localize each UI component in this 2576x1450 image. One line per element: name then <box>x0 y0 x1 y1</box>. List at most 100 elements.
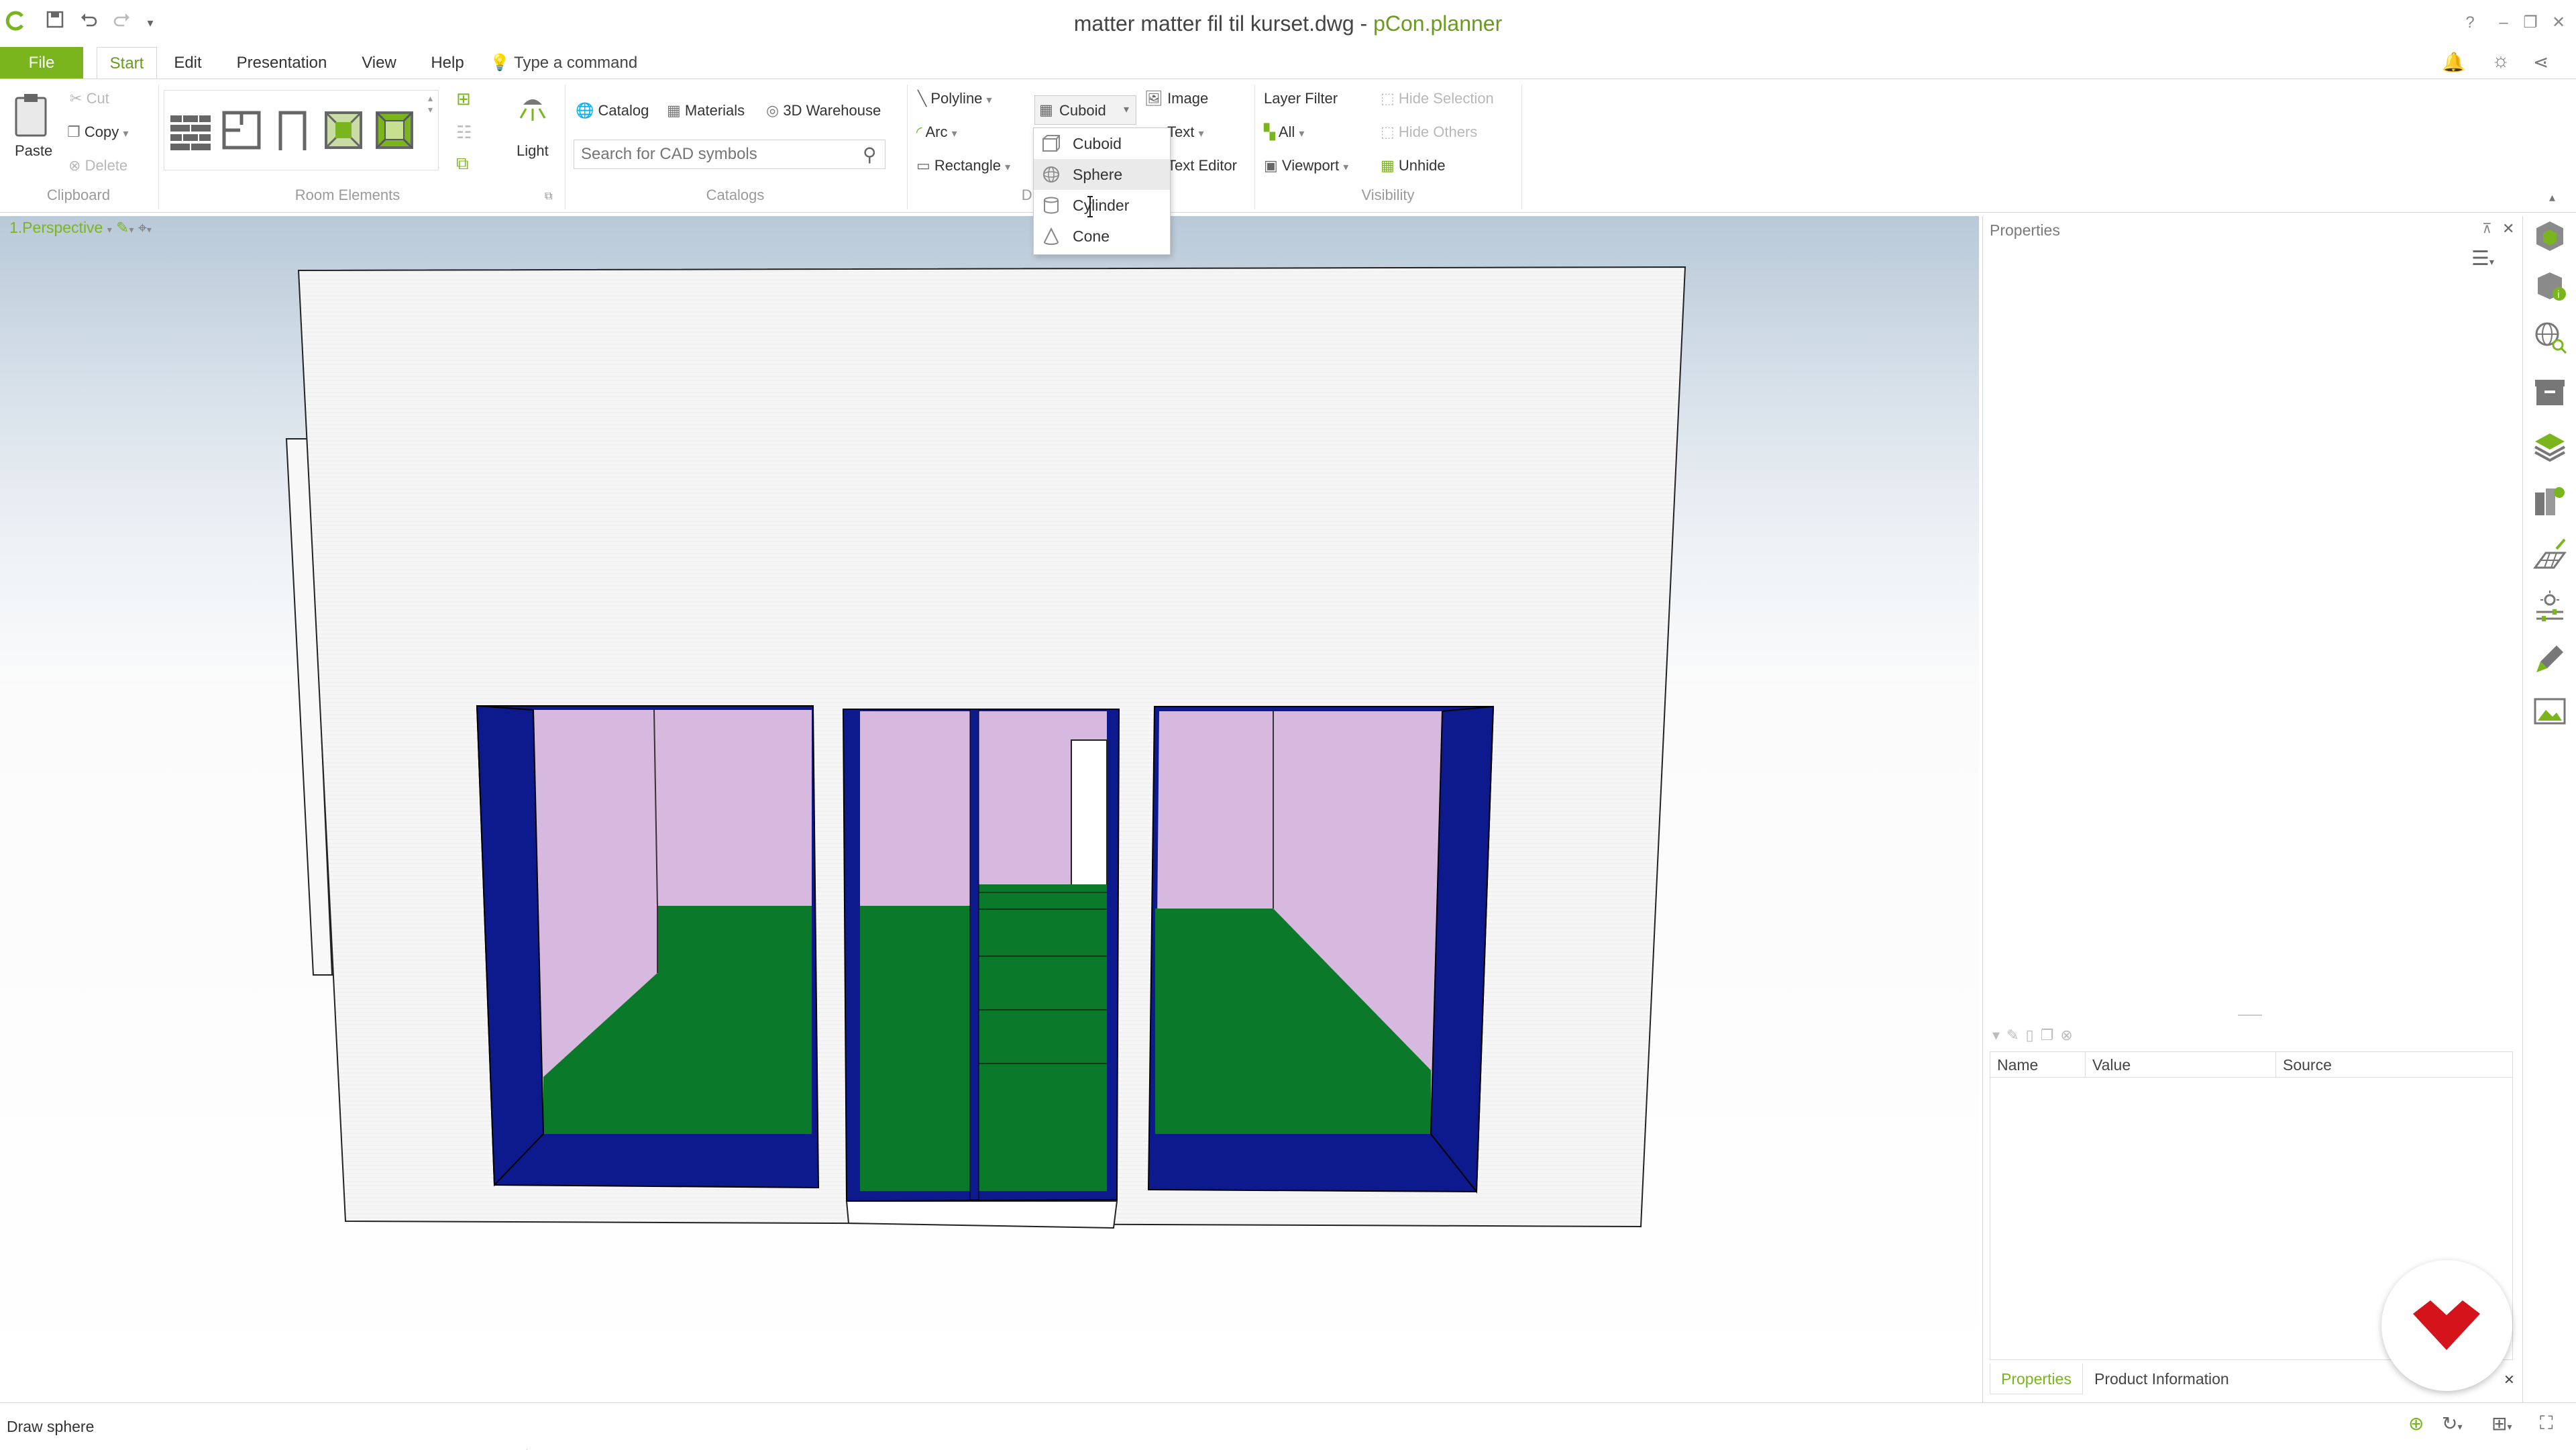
share-icon[interactable]: ⋖ <box>2533 51 2548 73</box>
door-icon[interactable] <box>271 109 314 152</box>
delete-icon: ⊗ <box>68 157 81 174</box>
hide-others-button[interactable]: ⬚ Hide Others <box>1381 123 1477 141</box>
terrain-edit-icon[interactable] <box>2532 537 2567 572</box>
delete-button[interactable]: ⊗ Delete <box>68 157 127 174</box>
arc-icon: ◜ <box>916 123 922 140</box>
collapse-ribbon-icon[interactable]: ▴ <box>2549 191 2555 205</box>
brush-icon[interactable]: ✎ <box>2006 1027 2025 1043</box>
3d-viewport[interactable]: 1.Perspective ▾ ✎▾ ⌖▾ <box>0 216 1979 1402</box>
help-assistant-button[interactable] <box>2381 1260 2512 1391</box>
menu-item-cone[interactable]: Cone <box>1034 221 1170 252</box>
cuboid-icon <box>1042 135 1060 152</box>
copy-props-icon[interactable]: ❐ <box>2041 1027 2061 1043</box>
materials-panel-icon[interactable] <box>2532 483 2567 518</box>
3d-warehouse-button[interactable]: ◎ 3D Warehouse <box>766 102 881 119</box>
tab-file[interactable]: File <box>0 47 83 79</box>
pin-icon[interactable]: ⊼ <box>2482 220 2492 237</box>
text-button[interactable]: Text ▾ <box>1167 123 1204 141</box>
polyline-button[interactable]: ╲ Polyline ▾ <box>918 90 992 107</box>
rotate-icon[interactable]: ↻▾ <box>2442 1412 2463 1435</box>
app-logo-icon[interactable] <box>1 9 28 36</box>
customize-quick-access-icon[interactable]: ▾ <box>137 9 164 36</box>
archive-icon[interactable] <box>2532 374 2567 409</box>
column-header-name[interactable]: Name <box>1990 1052 2086 1078</box>
dialog-launcher-icon[interactable]: ⧉ <box>545 191 552 203</box>
brightness-icon[interactable]: ☼ <box>2491 50 2510 72</box>
clear-icon[interactable]: ⊗ <box>2060 1027 2079 1043</box>
paste-button[interactable]: Paste <box>15 142 52 160</box>
unhide-button[interactable]: ▦ Unhide <box>1381 157 1446 174</box>
rectangle-button[interactable]: ▭ Rectangle ▾ <box>916 157 1010 174</box>
cut-button[interactable]: ✂ Cut <box>70 90 109 107</box>
layout-icon[interactable]: ⊞▾ <box>2491 1412 2512 1435</box>
chevron-down-icon[interactable]: ▾ <box>1124 103 1129 116</box>
grid-add-icon[interactable]: ⊞ <box>456 89 471 109</box>
column-header-source[interactable]: Source <box>2276 1052 2512 1078</box>
cad-search-input[interactable] <box>574 140 885 169</box>
layer-all-dropdown[interactable]: ▚ All ▾ <box>1264 123 1304 141</box>
stair-opening <box>842 709 1120 1202</box>
command-search[interactable]: 💡 Type a command <box>490 47 664 79</box>
fullscreen-icon[interactable]: ⛶ <box>2540 1412 2553 1435</box>
redo-icon[interactable] <box>109 9 136 36</box>
restore-button[interactable]: ❐ <box>2516 9 2545 36</box>
menu-item-cylinder[interactable]: Cylinder <box>1034 190 1170 221</box>
light-settings-icon[interactable] <box>2532 589 2567 624</box>
panel-close-icon[interactable]: ✕ <box>2502 220 2514 238</box>
gallery-scroll-icon[interactable]: ▴ ▾ <box>428 93 433 115</box>
arc-button[interactable]: ◜ Arc ▾ <box>916 123 957 141</box>
document-icon[interactable]: ▯ <box>2025 1027 2040 1043</box>
menu-item-cuboid[interactable]: Cuboid <box>1034 128 1170 159</box>
copy-button[interactable]: ❐ Copy ▾ <box>67 123 128 141</box>
light-button[interactable]: Light <box>517 142 549 160</box>
filter-icon[interactable]: ▾ <box>1992 1027 2006 1043</box>
help-button[interactable]: ? <box>2455 9 2485 36</box>
layers-small-icon[interactable]: ⧉ <box>456 153 469 174</box>
image-gallery-icon[interactable] <box>2532 694 2567 729</box>
lightbulb-icon: 💡 <box>490 54 510 72</box>
tab-edit[interactable]: Edit <box>168 47 208 79</box>
room-icon[interactable] <box>220 109 263 152</box>
catalog-3d-icon[interactable] <box>2532 219 2567 254</box>
warehouse-icon: ◎ <box>766 102 780 119</box>
cuboid-split-button[interactable]: ▦ Cuboid ▾ <box>1034 95 1136 125</box>
catalog-button[interactable]: 🌐 Catalog <box>576 102 649 119</box>
snap-icon[interactable]: ⊕ <box>2408 1412 2424 1435</box>
floor-element-icon[interactable] <box>373 109 416 152</box>
clipboard-icon[interactable] <box>12 90 50 138</box>
hide-selection-button[interactable]: ⬚ Hide Selection <box>1381 90 1494 107</box>
wall-icon[interactable] <box>169 109 212 152</box>
light-icon[interactable] <box>514 91 551 125</box>
save-icon[interactable] <box>42 9 68 36</box>
close-small-icon[interactable]: ✕ <box>2504 1371 2515 1388</box>
search-icon[interactable]: ⚲ <box>863 144 877 166</box>
menu-icon[interactable]: ☰▾ <box>2471 247 2494 270</box>
splitter-handle[interactable] <box>2238 1015 2262 1016</box>
menu-item-sphere[interactable]: Sphere <box>1034 159 1170 190</box>
pen-tool-icon[interactable] <box>2532 641 2567 676</box>
notification-icon[interactable]: 🔔 <box>2442 51 2465 73</box>
minimize-button[interactable]: ‒ <box>2489 9 2518 36</box>
web-search-icon[interactable] <box>2532 319 2567 354</box>
cone-icon <box>1043 227 1059 245</box>
tab-help[interactable]: Help <box>424 47 471 79</box>
image-icon: 🖼 <box>1144 90 1163 107</box>
layers-icon[interactable] <box>2532 429 2567 464</box>
image-button[interactable]: 🖼 Image <box>1144 90 1208 107</box>
materials-button[interactable]: ▦ Materials <box>667 102 745 119</box>
undo-icon[interactable] <box>75 9 102 36</box>
group-label-catalogs: Catalogs <box>706 187 765 203</box>
materials-icon: ▦ <box>667 102 681 119</box>
tab-view[interactable]: View <box>356 47 402 79</box>
tab-product-information[interactable]: Product Information <box>2084 1363 2240 1394</box>
close-button[interactable]: ✕ <box>2544 9 2573 36</box>
viewport-dropdown[interactable]: ▣ Viewport ▾ <box>1264 157 1348 174</box>
text-editor-button[interactable]: Text Editor <box>1167 157 1237 174</box>
tab-start[interactable]: Start <box>97 47 157 81</box>
window-element-icon[interactable] <box>322 109 365 152</box>
product-info-icon[interactable]: i <box>2532 268 2567 303</box>
column-header-value[interactable]: Value <box>2086 1052 2276 1078</box>
tab-presentation[interactable]: Presentation <box>228 47 335 79</box>
align-icon[interactable]: ☷ <box>456 122 472 143</box>
tab-properties[interactable]: Properties <box>1990 1363 2083 1394</box>
